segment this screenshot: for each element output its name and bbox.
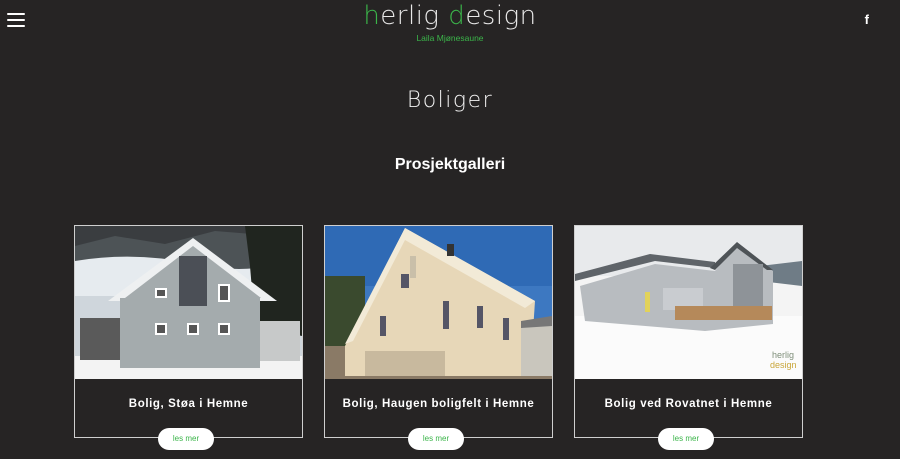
site-header: herlig design Laila Mjønesaune f: [0, 0, 900, 60]
read-more-button[interactable]: les mer: [658, 428, 714, 450]
logo-text[interactable]: herlig design: [0, 1, 900, 31]
project-image[interactable]: [75, 226, 302, 379]
facebook-icon[interactable]: f: [865, 12, 869, 27]
read-more-button[interactable]: les mer: [408, 428, 464, 450]
project-card[interactable]: herlig design Bolig ved Rovatnet i Hemne…: [574, 225, 803, 450]
project-title[interactable]: Bolig, Støa i Hemne: [75, 398, 302, 410]
project-image[interactable]: [325, 226, 552, 379]
project-title[interactable]: Bolig, Haugen boligfelt i Hemne: [325, 398, 552, 410]
svg-text:herlig: herlig: [772, 350, 794, 360]
svg-text:design: design: [770, 360, 797, 370]
project-image[interactable]: herlig design: [575, 226, 802, 379]
project-title[interactable]: Bolig ved Rovatnet i Hemne: [575, 398, 802, 410]
section-title: Prosjektgalleri: [394, 156, 506, 173]
read-more-button[interactable]: les mer: [158, 428, 214, 450]
project-card[interactable]: Bolig, Haugen boligfelt i Hemne les mer: [324, 225, 553, 450]
project-card[interactable]: Bolig, Støa i Hemne les mer: [74, 225, 303, 450]
logo-subtitle: Laila Mjønesaune: [416, 33, 484, 43]
logo[interactable]: herlig design Laila Mjønesaune: [0, 0, 900, 43]
page-title: Boliger: [406, 88, 494, 113]
